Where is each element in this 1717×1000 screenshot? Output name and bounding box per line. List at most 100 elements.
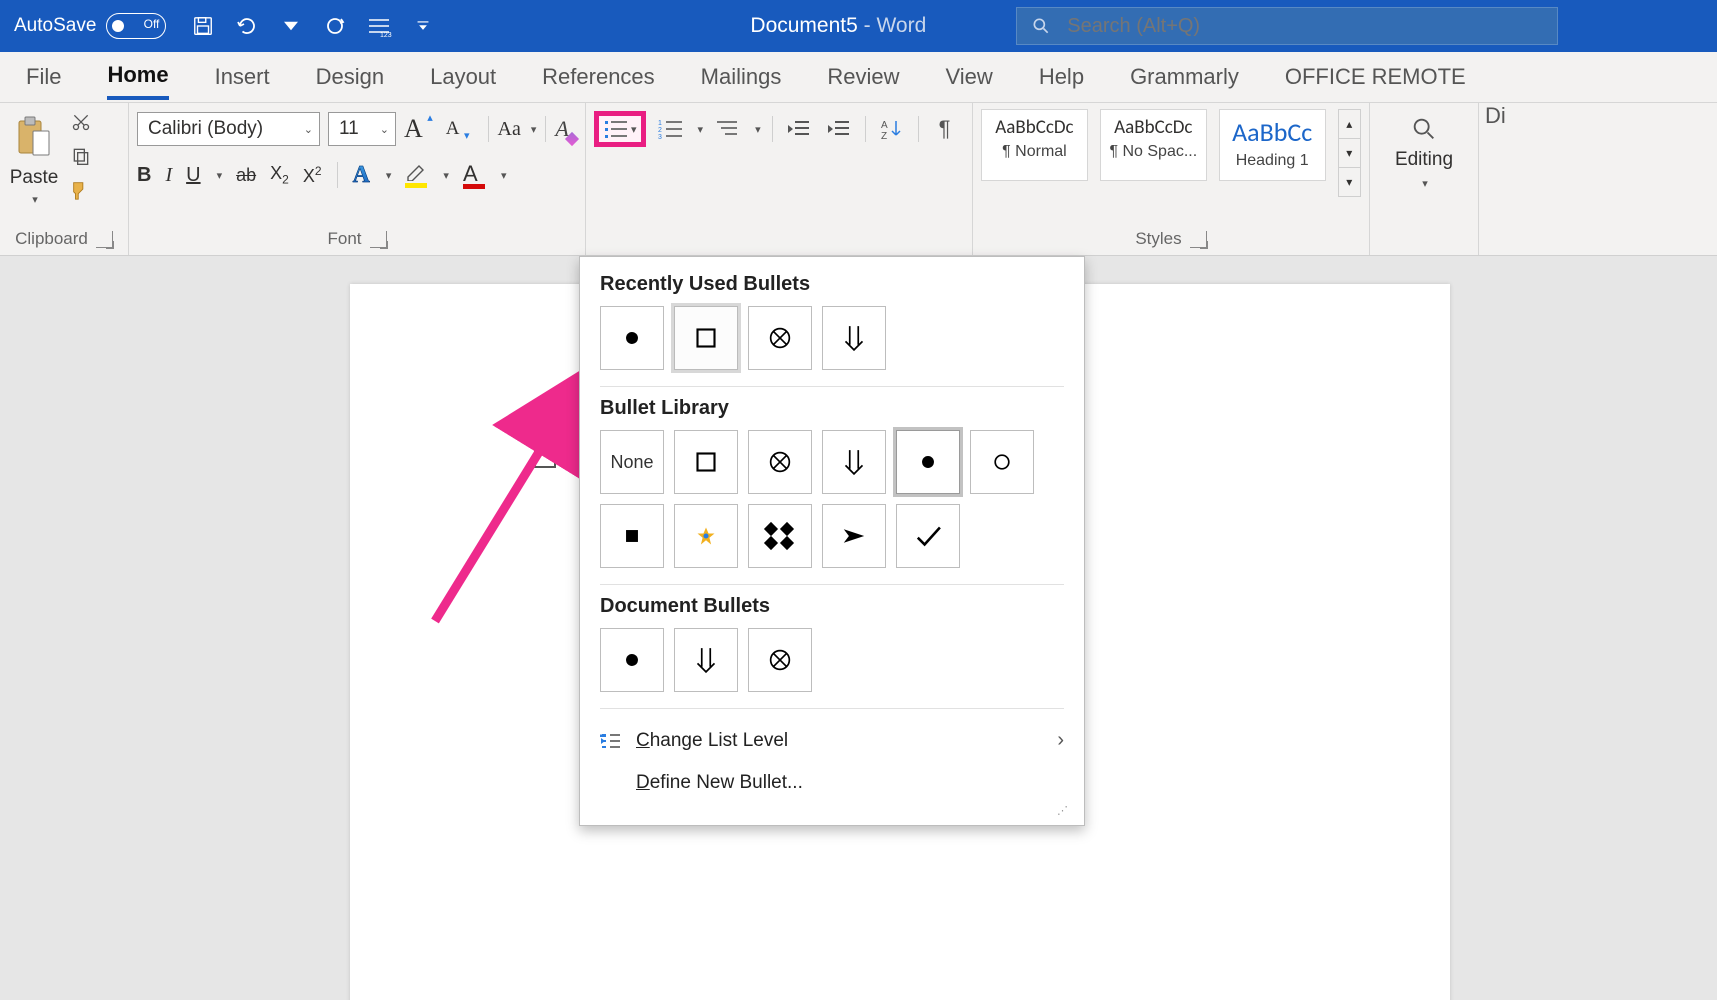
dialog-launcher-icon[interactable] bbox=[96, 231, 113, 248]
style-sample: AaBbCcDc bbox=[995, 110, 1073, 139]
group-label-clipboard: Clipboard bbox=[15, 229, 88, 249]
bullet-option-double-arrow-down[interactable] bbox=[822, 306, 886, 370]
autosave-toggle[interactable]: AutoSave Off bbox=[14, 13, 166, 39]
editing-button[interactable]: Editing ▾ bbox=[1378, 109, 1470, 190]
format-painter-button[interactable] bbox=[68, 177, 94, 203]
shrink-font-button[interactable]: A▾ bbox=[446, 118, 459, 140]
editing-label: Editing bbox=[1395, 149, 1453, 171]
dialog-launcher-icon[interactable] bbox=[1190, 231, 1207, 248]
bullet-option-filled-square[interactable] bbox=[600, 504, 664, 568]
superscript-button[interactable]: X2 bbox=[303, 164, 322, 187]
bullets-button[interactable]: ▾ bbox=[594, 111, 646, 147]
resize-grip-icon[interactable]: ⋰ bbox=[592, 804, 1072, 817]
tab-insert[interactable]: Insert bbox=[215, 56, 270, 98]
strikethrough-button[interactable]: ab bbox=[236, 165, 256, 186]
bullet-option-double-arrow-down[interactable] bbox=[822, 430, 886, 494]
tab-office-remote[interactable]: OFFICE REMOTE bbox=[1285, 56, 1466, 98]
style-tile-heading-1[interactable]: AaBbCc Heading 1 bbox=[1219, 109, 1326, 181]
tab-help[interactable]: Help bbox=[1039, 56, 1084, 98]
bullet-option-circle-x[interactable] bbox=[748, 628, 812, 692]
bullet-option-hollow-square[interactable] bbox=[674, 430, 738, 494]
dialog-launcher-icon[interactable] bbox=[370, 231, 387, 248]
chevron-down-icon: ▾ bbox=[217, 169, 223, 182]
scroll-up-icon[interactable]: ▴ bbox=[1339, 110, 1360, 139]
styles-expand-icon[interactable]: ▾ bbox=[1339, 168, 1360, 196]
bullet-option-disc[interactable] bbox=[896, 430, 960, 494]
copy-button[interactable] bbox=[68, 143, 94, 169]
undo-button[interactable] bbox=[230, 9, 264, 43]
style-tile-no-spacing[interactable]: AaBbCcDc ¶ No Spac... bbox=[1100, 109, 1207, 181]
italic-button[interactable]: I bbox=[165, 164, 172, 187]
scroll-down-icon[interactable]: ▾ bbox=[1339, 139, 1360, 168]
bullet-option-hollow-square[interactable] bbox=[674, 306, 738, 370]
ribbon: Paste ▾ Clipboard Calibri (Body)⌄ 11⌄ A▴… bbox=[0, 103, 1717, 256]
bullet-option-four-diamond[interactable] bbox=[748, 504, 812, 568]
bullet-option-disc[interactable] bbox=[600, 306, 664, 370]
qat-customize-dropdown[interactable] bbox=[406, 9, 440, 43]
bullet-option-circle-x[interactable] bbox=[748, 430, 812, 494]
group-label-styles: Styles bbox=[1135, 229, 1181, 249]
chevron-down-icon: ▾ bbox=[531, 123, 537, 136]
tab-references[interactable]: References bbox=[542, 56, 655, 98]
menu-define-new-bullet[interactable]: Define New Bullet... bbox=[592, 762, 1072, 804]
bullet-option-color-star[interactable] bbox=[674, 504, 738, 568]
paste-button[interactable]: Paste ▾ bbox=[8, 109, 60, 206]
bullet-option-checkmark[interactable] bbox=[896, 504, 960, 568]
tab-file[interactable]: File bbox=[26, 56, 61, 98]
subscript-button[interactable]: X2 bbox=[270, 163, 289, 187]
tab-layout[interactable]: Layout bbox=[430, 56, 496, 98]
group-clipboard: Paste ▾ Clipboard bbox=[0, 103, 129, 255]
style-tile-normal[interactable]: AaBbCcDc ¶ Normal bbox=[981, 109, 1088, 181]
show-hide-paragraph-button[interactable]: ¶ bbox=[930, 116, 960, 142]
bullet-option-arrowhead[interactable] bbox=[822, 504, 886, 568]
bullet-option-hollow-circle[interactable] bbox=[970, 430, 1034, 494]
tab-review[interactable]: Review bbox=[827, 56, 899, 98]
tab-grammarly[interactable]: Grammarly bbox=[1130, 56, 1239, 98]
section-title-document: Document Bullets bbox=[600, 595, 1064, 618]
multilevel-list-button[interactable] bbox=[713, 116, 743, 142]
numbering-button[interactable]: 123 bbox=[656, 116, 686, 142]
search-input[interactable] bbox=[1065, 14, 1489, 39]
bullet-option-none[interactable]: None bbox=[600, 430, 664, 494]
bullet-option-circle-x[interactable] bbox=[748, 306, 812, 370]
grow-font-button[interactable]: A▴ bbox=[404, 114, 422, 144]
underline-button[interactable]: U bbox=[186, 164, 200, 187]
list-level-icon bbox=[600, 732, 622, 750]
equation-button[interactable]: 123 bbox=[362, 9, 396, 43]
search-icon bbox=[1031, 16, 1051, 36]
chevron-down-icon: ▾ bbox=[698, 123, 704, 136]
style-name: ¶ Normal bbox=[980, 139, 1089, 161]
cut-button[interactable] bbox=[68, 109, 94, 135]
change-case-button[interactable]: Aa bbox=[498, 118, 521, 141]
increase-indent-button[interactable] bbox=[824, 116, 854, 142]
tab-view[interactable]: View bbox=[946, 56, 993, 98]
tab-design[interactable]: Design bbox=[316, 56, 384, 98]
tab-home[interactable]: Home bbox=[107, 54, 168, 100]
svg-text:3: 3 bbox=[658, 134, 662, 140]
sort-button[interactable]: AZ bbox=[877, 116, 907, 142]
styles-gallery-scroll[interactable]: ▴ ▾ ▾ bbox=[1338, 109, 1361, 197]
bullet-option-double-arrow-down[interactable] bbox=[674, 628, 738, 692]
highlight-button[interactable] bbox=[405, 163, 427, 188]
section-title-library: Bullet Library bbox=[600, 397, 1064, 420]
text-effects-button[interactable]: A bbox=[353, 162, 370, 189]
menu-change-list-level[interactable]: Change List Level › bbox=[592, 719, 1072, 762]
bullet-option-disc[interactable] bbox=[600, 628, 664, 692]
tab-mailings[interactable]: Mailings bbox=[701, 56, 782, 98]
menu-label: efine New Bullet... bbox=[650, 772, 803, 793]
font-name-combo[interactable]: Calibri (Body)⌄ bbox=[137, 112, 320, 146]
font-color-button[interactable]: A bbox=[463, 161, 485, 189]
save-button[interactable] bbox=[186, 9, 220, 43]
undo-dropdown[interactable] bbox=[274, 9, 308, 43]
chevron-down-icon: ▾ bbox=[386, 169, 392, 182]
title-bar: AutoSave Off 123 Document5 - Word bbox=[0, 0, 1717, 52]
style-name: ¶ No Spac... bbox=[1099, 139, 1208, 161]
chevron-down-icon: ▾ bbox=[443, 169, 449, 182]
chevron-down-icon: ▾ bbox=[1422, 177, 1428, 190]
clear-formatting-button[interactable]: A bbox=[555, 116, 568, 142]
redo-button[interactable] bbox=[318, 9, 352, 43]
font-size-combo[interactable]: 11⌄ bbox=[328, 112, 396, 146]
search-box[interactable] bbox=[1016, 7, 1558, 45]
decrease-indent-button[interactable] bbox=[784, 116, 814, 142]
bold-button[interactable]: B bbox=[137, 164, 151, 187]
